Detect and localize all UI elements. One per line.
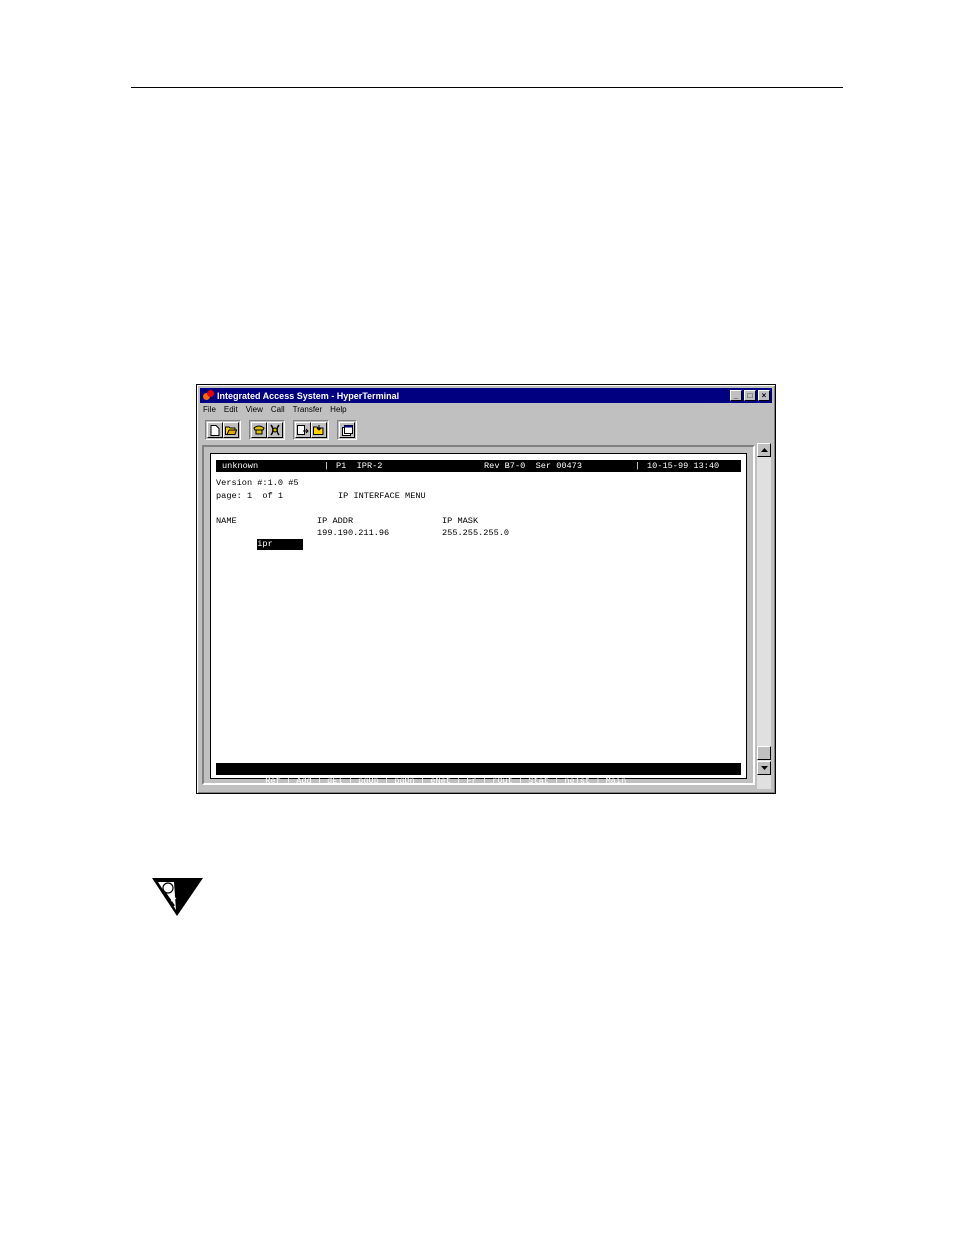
menu-call[interactable]: Call [271, 405, 285, 417]
page-header-rule [131, 87, 843, 88]
arrow-down-icon [760, 766, 768, 770]
terminal-frame: unknown | P1 IPR-2 Rev B7-0 Ser 00473 | … [202, 445, 755, 786]
menu-file[interactable]: File [203, 405, 216, 417]
properties-button[interactable] [339, 422, 355, 438]
hyperterminal-window: Integrated Access System - HyperTerminal… [196, 384, 776, 794]
toolbar-group-properties [337, 420, 357, 440]
version-line: Version #:1.0 #5 [216, 478, 299, 488]
command-list[interactable]: Ref | Add | dEl | pgUp | pgDn | eNet | F… [265, 776, 626, 786]
menu-view[interactable]: View [246, 405, 263, 417]
disconnect-button[interactable] [267, 422, 283, 438]
connect-button[interactable] [251, 422, 267, 438]
send-button[interactable] [295, 422, 311, 438]
maximize-button[interactable]: □ [744, 390, 756, 401]
send-icon [297, 424, 309, 435]
toolbar [205, 420, 365, 440]
receive-icon [313, 424, 324, 435]
menu-help[interactable]: Help [330, 405, 346, 417]
page-indicator: page: 1 of 1 [216, 491, 284, 501]
properties-icon [341, 424, 353, 436]
scroll-up-button[interactable] [757, 443, 771, 457]
command-bar: Ref | Add | dEl | pgUp | pgDn | eNet | F… [216, 763, 741, 786]
close-button[interactable]: × [758, 390, 770, 401]
arrow-up-icon [760, 448, 768, 452]
status-separator: | [324, 461, 330, 471]
column-header-ip-mask: IP MASK [442, 516, 479, 526]
ip-mask-cell: 255.255.255.0 [442, 528, 510, 538]
menu-title: IP INTERFACE MENU [338, 491, 426, 501]
menu-edit[interactable]: Edit [224, 405, 238, 417]
terminal-screen[interactable]: unknown | P1 IPR-2 Rev B7-0 Ser 00473 | … [210, 453, 747, 786]
disconnect-icon [270, 424, 280, 436]
toolbar-group-file [205, 420, 241, 440]
open-button[interactable] [223, 422, 239, 438]
status-rev: Rev B7-0 Ser 00473 [484, 461, 582, 471]
scroll-down-button[interactable] [757, 761, 771, 775]
status-node: unknown [222, 461, 259, 471]
toolbar-group-call [249, 420, 285, 440]
interface-name-cell[interactable]: ipr [257, 539, 304, 550]
column-header-name: NAME [216, 516, 237, 526]
hyperterminal-app-icon[interactable] [203, 390, 214, 401]
new-icon [210, 424, 220, 436]
new-button[interactable] [207, 422, 223, 438]
terminal-status-bar: unknown | P1 IPR-2 Rev B7-0 Ser 00473 | … [216, 460, 741, 472]
open-icon [225, 426, 237, 435]
note-icon [152, 878, 203, 916]
title-bar[interactable]: Integrated Access System - HyperTerminal… [200, 388, 772, 403]
scroll-thumb[interactable] [757, 746, 771, 760]
column-header-ip-addr: IP ADDR [317, 516, 354, 526]
menu-transfer[interactable]: Transfer [293, 405, 323, 417]
menu-bar: File Edit View Call Transfer Help [203, 405, 355, 417]
status-datetime: 10-15-99 13:40 [647, 461, 720, 471]
window-title: Integrated Access System - HyperTerminal [217, 390, 400, 401]
vertical-scrollbar[interactable] [757, 443, 771, 789]
status-slot: P1 IPR-2 [336, 461, 383, 471]
ip-addr-cell: 199.190.211.96 [317, 528, 390, 538]
status-separator: | [635, 461, 641, 471]
minimize-button[interactable]: _ [730, 390, 742, 401]
table-row[interactable]: ipr [216, 528, 304, 561]
toolbar-group-transfer [293, 420, 329, 440]
connect-icon [253, 425, 265, 435]
receive-button[interactable] [311, 422, 327, 438]
